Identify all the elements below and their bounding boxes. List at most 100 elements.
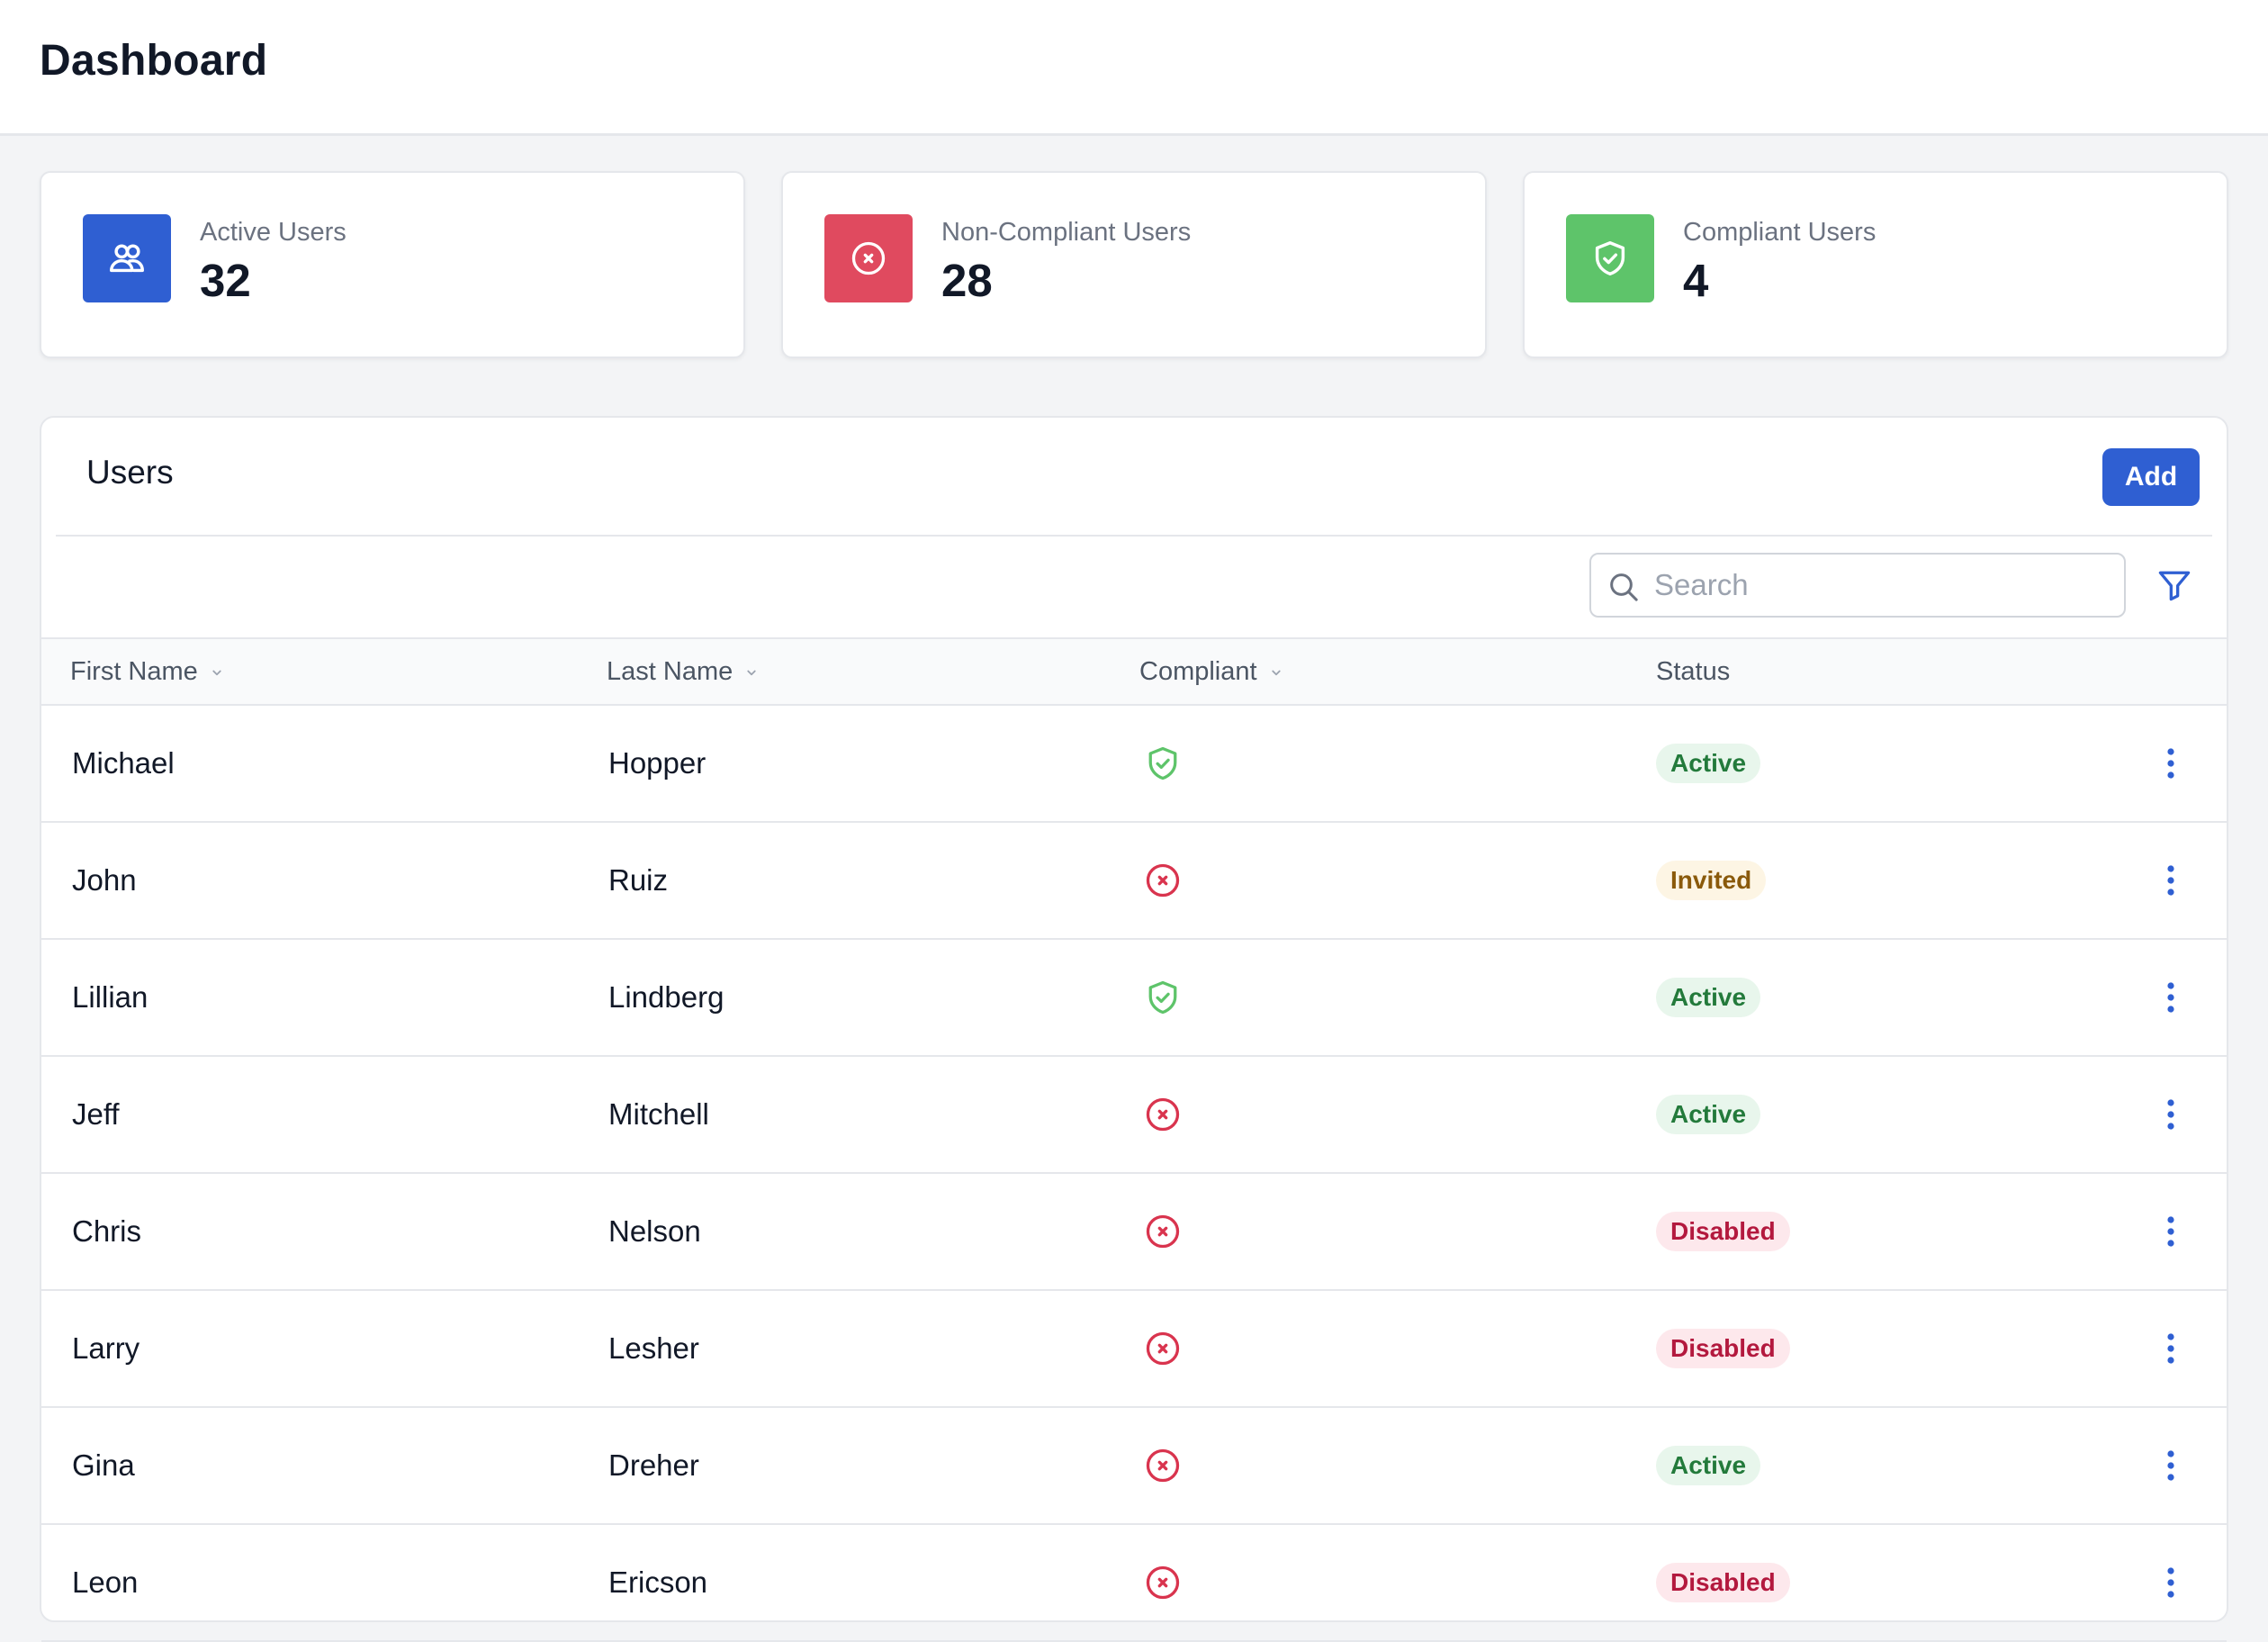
status-badge: Invited: [1656, 861, 1767, 900]
status-badge: Active: [1656, 1095, 1761, 1134]
x-circle-icon: [1143, 1212, 1183, 1251]
cell-actions: [2153, 1291, 2189, 1406]
filter-icon[interactable]: [2155, 565, 2194, 605]
cell-status: Disabled: [1656, 1525, 1790, 1640]
status-badge: Active: [1656, 978, 1761, 1017]
cell-status: Active: [1656, 940, 1761, 1055]
cell-status: Disabled: [1656, 1174, 1790, 1289]
shield-check-icon: [1566, 214, 1654, 302]
more-options-icon[interactable]: [2153, 736, 2189, 790]
shield-check-icon: [1143, 744, 1183, 783]
table-row: Larry Lesher Disabled: [41, 1291, 2227, 1408]
chevron-down-icon: [212, 670, 221, 675]
cell-actions: [2153, 1174, 2189, 1289]
stat-label: Compliant Users: [1683, 218, 1876, 247]
panel-title: Users: [86, 454, 174, 491]
table-row: Leon Ericson Disabled: [41, 1525, 2227, 1642]
column-label: Last Name: [607, 657, 734, 686]
cell-first-name: Gina: [72, 1448, 135, 1482]
cell-status: Disabled: [1656, 1291, 1790, 1406]
x-circle-icon: [1143, 1446, 1183, 1485]
cell-first-name: Jeff: [72, 1097, 120, 1131]
cell-status: Active: [1656, 1057, 1761, 1172]
shield-check-icon: [1143, 978, 1183, 1017]
table-row: John Ruiz Invited: [41, 823, 2227, 940]
cell-actions: [2153, 706, 2189, 821]
cell-last-name: Dreher: [608, 1448, 699, 1482]
more-options-icon[interactable]: [2153, 970, 2189, 1024]
cell-compliant: [1143, 823, 1183, 938]
column-header-compliant[interactable]: Compliant: [1139, 657, 1284, 687]
more-options-icon[interactable]: [2153, 1556, 2189, 1610]
column-label: Status: [1656, 657, 1731, 686]
search-box[interactable]: [1589, 553, 2126, 618]
cell-first-name: John: [72, 863, 137, 897]
status-badge: Disabled: [1656, 1212, 1790, 1251]
more-options-icon[interactable]: [2153, 853, 2189, 907]
table-header: First Name Last Name Compliant Status: [41, 637, 2227, 706]
cell-actions: [2153, 1408, 2189, 1523]
more-options-icon[interactable]: [2153, 1439, 2189, 1493]
cell-last-name: Mitchell: [608, 1097, 709, 1131]
stat-card-active-users: Active Users 32: [40, 171, 745, 358]
table-row: Michael Hopper Active: [41, 706, 2227, 823]
stat-value: 4: [1683, 255, 1709, 306]
column-header-last-name[interactable]: Last Name: [607, 657, 760, 687]
cell-compliant: [1143, 1057, 1183, 1172]
stat-card-compliant-users: Compliant Users 4: [1523, 171, 2228, 358]
cell-compliant: [1143, 706, 1183, 821]
stat-label: Non-Compliant Users: [941, 218, 1192, 247]
cell-last-name: Ruiz: [608, 863, 669, 897]
cell-status: Invited: [1656, 823, 1767, 938]
table-row: Jeff Mitchell Active: [41, 1057, 2227, 1174]
cell-last-name: Ericson: [608, 1565, 708, 1599]
table-row: Gina Dreher Active: [41, 1408, 2227, 1525]
stat-value: 32: [200, 255, 251, 306]
search-input[interactable]: [1654, 558, 2104, 612]
stat-card-non-compliant-users: Non-Compliant Users 28: [781, 171, 1487, 358]
divider: [56, 535, 2212, 537]
cell-compliant: [1143, 1291, 1183, 1406]
table-row: Chris Nelson Disabled: [41, 1174, 2227, 1291]
cell-actions: [2153, 823, 2189, 938]
cell-first-name: Chris: [72, 1214, 142, 1248]
status-badge: Active: [1656, 744, 1761, 783]
stat-value: 28: [941, 255, 993, 306]
cell-first-name: Larry: [72, 1331, 140, 1365]
cell-first-name: Lillian: [72, 980, 148, 1014]
users-icon: [83, 214, 171, 302]
cell-first-name: Leon: [72, 1565, 139, 1599]
x-circle-icon: [1143, 1563, 1183, 1602]
x-circle-icon: [1143, 1329, 1183, 1368]
cell-compliant: [1143, 1174, 1183, 1289]
x-circle-icon: [1143, 1095, 1183, 1134]
more-options-icon[interactable]: [2153, 1322, 2189, 1376]
cell-status: Active: [1656, 1408, 1761, 1523]
add-user-button[interactable]: Add: [2102, 448, 2200, 506]
column-label: Compliant: [1139, 657, 1257, 686]
x-circle-icon: [824, 214, 913, 302]
more-options-icon[interactable]: [2153, 1087, 2189, 1141]
cell-last-name: Nelson: [608, 1214, 701, 1248]
x-circle-icon: [1143, 861, 1183, 900]
cell-actions: [2153, 1057, 2189, 1172]
cell-last-name: Hopper: [608, 746, 706, 780]
stats-cards: Active Users 32 Non-Compliant Users 28 C…: [40, 171, 2228, 358]
cell-last-name: Lindberg: [608, 980, 724, 1014]
page-title: Dashboard: [40, 37, 268, 85]
table-row: Lillian Lindberg Active: [41, 940, 2227, 1057]
cell-status: Active: [1656, 706, 1761, 821]
cell-compliant: [1143, 940, 1183, 1055]
cell-first-name: Michael: [72, 746, 175, 780]
column-header-first-name[interactable]: First Name: [70, 657, 225, 687]
cell-compliant: [1143, 1525, 1183, 1640]
chevron-down-icon: [747, 670, 756, 675]
stat-label: Active Users: [200, 218, 346, 247]
status-badge: Disabled: [1656, 1563, 1790, 1602]
status-badge: Active: [1656, 1446, 1761, 1485]
column-label: First Name: [70, 657, 198, 686]
cell-actions: [2153, 1525, 2189, 1640]
top-bar: Dashboard: [0, 0, 2268, 136]
cell-compliant: [1143, 1408, 1183, 1523]
more-options-icon[interactable]: [2153, 1204, 2189, 1259]
